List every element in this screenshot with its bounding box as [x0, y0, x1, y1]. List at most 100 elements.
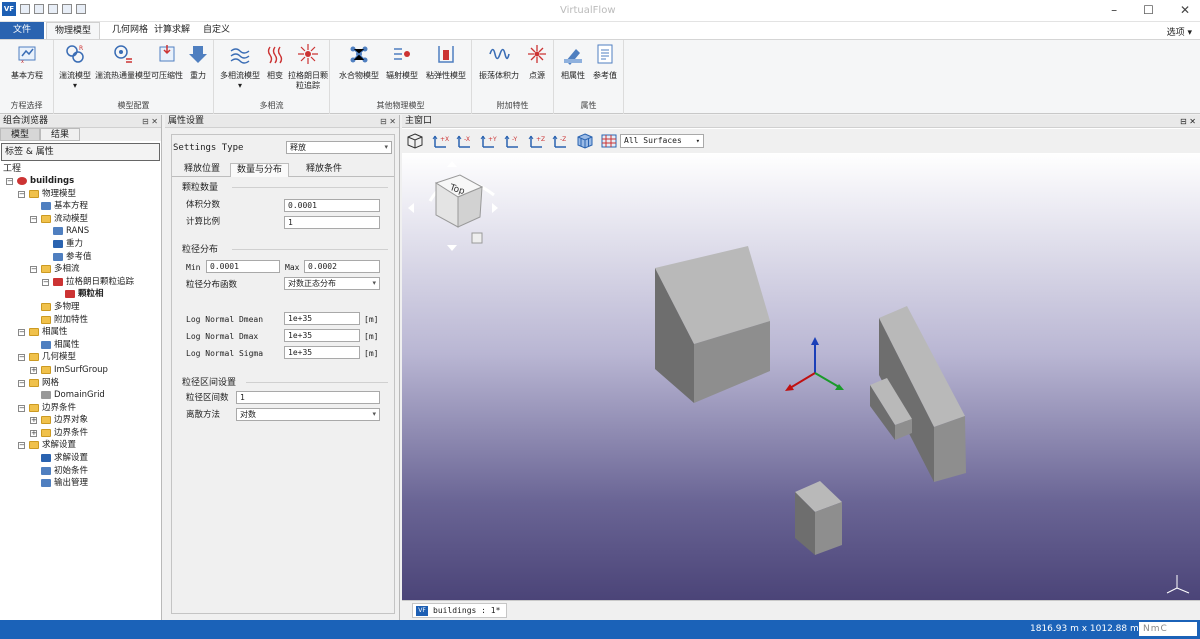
hydrate-model-button[interactable]: 水合物模型: [336, 43, 382, 81]
tab-release-condition[interactable]: 释放条件: [300, 163, 348, 177]
app-logo-icon[interactable]: VF: [2, 2, 16, 16]
collapse-icon[interactable]: −: [18, 404, 25, 412]
collapse-icon[interactable]: −: [18, 354, 25, 362]
tree-item[interactable]: DomainGrid: [0, 389, 161, 402]
building-d[interactable]: [795, 481, 842, 555]
view-front-icon[interactable]: +X: [432, 133, 450, 149]
expand-icon[interactable]: +: [30, 417, 37, 425]
pin-close-icon[interactable]: ⊟ ✕: [1180, 115, 1196, 128]
tree-item[interactable]: − 求解设置: [0, 439, 161, 452]
gravity-button[interactable]: 重力: [184, 43, 212, 81]
minimize-icon[interactable]: –: [1111, 3, 1117, 17]
tree-item[interactable]: 初始条件: [0, 465, 161, 478]
arrow-up-icon[interactable]: [447, 161, 457, 167]
reference-value-button[interactable]: 参考值: [588, 43, 622, 81]
tree-item[interactable]: 输出管理: [0, 477, 161, 490]
distribution-function-select[interactable]: 对数正态分布 ▾: [284, 277, 380, 290]
view-top-icon[interactable]: +Z: [528, 133, 546, 149]
tree-item[interactable]: 重力: [0, 238, 161, 251]
point-source-button[interactable]: 点源: [524, 43, 550, 81]
tab-results[interactable]: 结果: [40, 128, 81, 141]
options-menu[interactable]: 选项 ▾: [1167, 25, 1192, 38]
arrow-left-icon[interactable]: [408, 203, 414, 213]
navcube-mini-icon[interactable]: [471, 232, 483, 244]
tree-item[interactable]: − buildings: [0, 175, 161, 188]
view-back-icon[interactable]: -X: [456, 133, 474, 149]
building-a[interactable]: [655, 246, 770, 403]
max-input[interactable]: 0.0002: [304, 260, 380, 273]
viscoelastic-model-button[interactable]: 粘弹性模型: [422, 43, 470, 81]
navigation-cube[interactable]: Top: [408, 161, 498, 251]
tree-item[interactable]: 参考值: [0, 251, 161, 264]
collapse-icon[interactable]: −: [30, 266, 37, 274]
lagrangian-tracking-button[interactable]: 拉格朗日颗粒追踪: [288, 43, 328, 91]
discrete-method-select[interactable]: 对数 ▾: [236, 408, 380, 421]
tree-item[interactable]: − 物理模型: [0, 188, 161, 201]
document-icon[interactable]: [76, 4, 86, 14]
tab-quantity-distribution[interactable]: 数量与分布: [230, 163, 290, 177]
collapse-icon[interactable]: −: [42, 278, 49, 286]
collapse-icon[interactable]: −: [18, 329, 25, 337]
tab-solve[interactable]: 计算求解: [146, 22, 198, 39]
compressibility-button[interactable]: 可压缩性: [150, 43, 184, 81]
arrow-right-icon[interactable]: [492, 203, 498, 213]
view-bottom-icon[interactable]: -Z: [552, 133, 570, 149]
pin-close-icon[interactable]: ⊟ ✕: [380, 115, 396, 128]
tree-item[interactable]: 多物理: [0, 301, 161, 314]
3d-scene[interactable]: Top: [402, 153, 1200, 600]
mesh-display-icon[interactable]: [600, 133, 618, 149]
tree-item[interactable]: − 相属性: [0, 326, 161, 339]
surface-filter-select[interactable]: All Surfaces ▾: [620, 134, 704, 148]
tree-item[interactable]: − 几何模型: [0, 351, 161, 364]
tab-model[interactable]: 模型: [0, 128, 41, 141]
edit-icon[interactable]: [62, 4, 72, 14]
tags-properties-field[interactable]: 标签 & 属性: [1, 143, 160, 161]
view-left-icon[interactable]: -Y: [504, 133, 522, 149]
tree-item[interactable]: − 流动模型: [0, 213, 161, 226]
sigma-input[interactable]: 1e+35: [284, 346, 360, 359]
tree-item[interactable]: 附加特性: [0, 314, 161, 327]
tree-item[interactable]: + ImSurfGroup: [0, 364, 161, 377]
calc-ratio-input[interactable]: 1: [284, 216, 380, 229]
dmax-input[interactable]: 1e+35: [284, 329, 360, 342]
tab-physics-model[interactable]: 物理模型: [46, 22, 101, 39]
view-right-icon[interactable]: +Y: [480, 133, 498, 149]
tree-item[interactable]: − 多相流: [0, 263, 161, 276]
collapse-icon[interactable]: −: [30, 215, 37, 223]
interval-count-input[interactable]: 1: [236, 391, 380, 404]
heat-flux-model-button[interactable]: 湍流热通量模型: [94, 43, 152, 81]
min-input[interactable]: 0.0001: [206, 260, 280, 273]
expand-icon[interactable]: +: [30, 366, 37, 374]
isometric-view-icon[interactable]: [406, 133, 424, 149]
collapse-icon[interactable]: −: [18, 190, 25, 198]
volume-fraction-input[interactable]: 0.0001: [284, 199, 380, 212]
document-tab-buildings[interactable]: VF buildings : 1*: [412, 603, 508, 618]
oscillating-force-button[interactable]: 振荡体积力: [476, 43, 522, 81]
tree-item[interactable]: + 边界条件: [0, 427, 161, 440]
tree-item[interactable]: − 边界条件: [0, 402, 161, 415]
dmean-input[interactable]: 1e+35: [284, 312, 360, 325]
new-file-icon[interactable]: [20, 4, 30, 14]
open-file-icon[interactable]: [34, 4, 44, 14]
collapse-icon[interactable]: −: [18, 442, 25, 450]
unit-selector[interactable]: NmC: [1139, 622, 1197, 636]
expand-icon[interactable]: +: [30, 429, 37, 437]
tree-item[interactable]: + 边界对象: [0, 414, 161, 427]
phase-change-button[interactable]: 相变: [262, 43, 288, 81]
tree-item[interactable]: − 拉格朗日颗粒追踪: [0, 276, 161, 289]
multiphase-model-button[interactable]: 多相流模型 ▾: [218, 43, 262, 91]
collapse-icon[interactable]: −: [6, 178, 13, 185]
basic-equation-button[interactable]: x 基本方程: [4, 43, 50, 81]
pin-close-icon[interactable]: ⊟ ✕: [142, 115, 158, 128]
tree-item[interactable]: 颗粒相: [0, 288, 161, 301]
turbulence-model-button[interactable]: R 湍流模型 ▾: [56, 43, 94, 91]
tree-item[interactable]: 求解设置: [0, 452, 161, 465]
wireframe-icon[interactable]: [576, 133, 594, 149]
tab-file[interactable]: 文件: [0, 22, 44, 39]
tree-item[interactable]: 基本方程: [0, 200, 161, 213]
tab-release-position[interactable]: 释放位置: [178, 163, 226, 177]
phase-property-button[interactable]: 相属性: [558, 43, 588, 81]
save-icon[interactable]: [48, 4, 58, 14]
radiation-model-button[interactable]: 辐射模型: [382, 43, 422, 81]
settings-type-select[interactable]: 释放 ▾: [286, 141, 392, 154]
